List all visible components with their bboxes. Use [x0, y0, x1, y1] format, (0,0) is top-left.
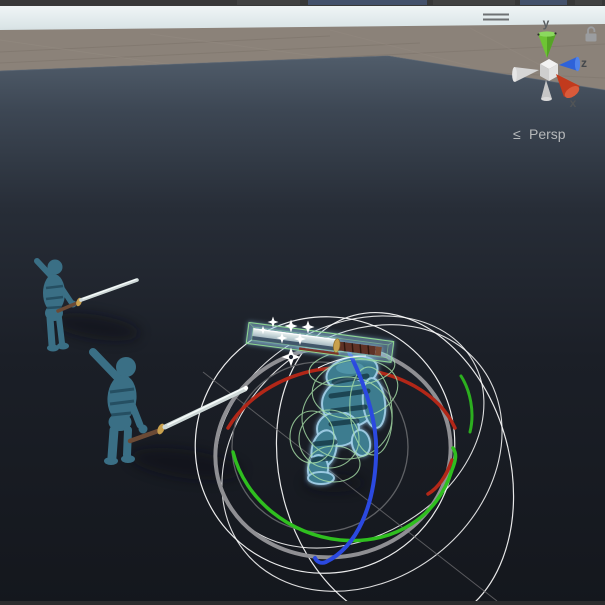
top-toolbar	[0, 0, 605, 6]
scene-background	[0, 4, 605, 605]
projection-arrow-icon: ≤	[513, 126, 521, 142]
bottom-statusbar-edge	[0, 601, 605, 605]
axis-y-label: y	[543, 16, 550, 30]
axis-x-label: x	[570, 96, 577, 110]
projection-label: Persp	[529, 126, 566, 142]
unity-scene-view[interactable]: y z x ≤ Persp	[0, 0, 605, 605]
toolbar-segments	[237, 0, 602, 5]
axis-z-label: z	[581, 56, 587, 70]
